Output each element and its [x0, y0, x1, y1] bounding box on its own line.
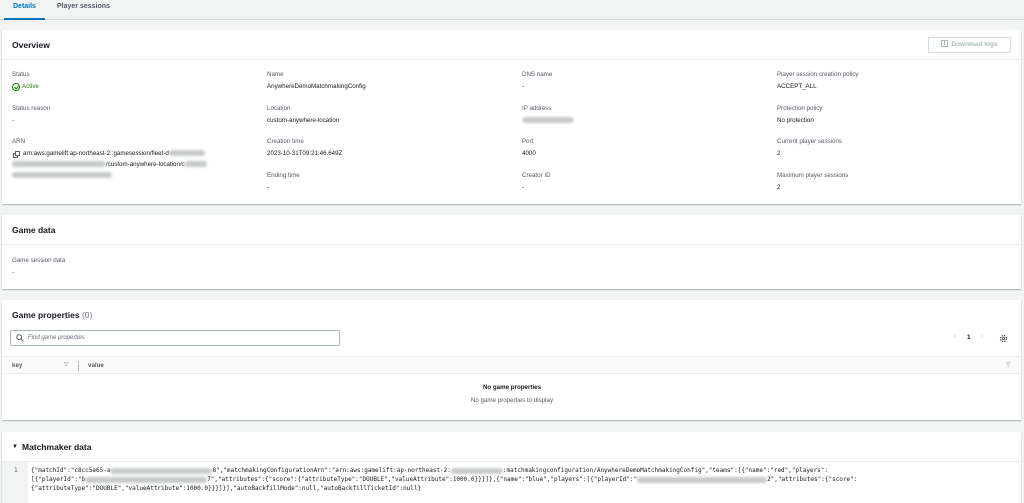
- matchmaker-panel: ▼ Matchmaker data 1 {"matchId":"c8cc5e65…: [2, 432, 1021, 503]
- matchmaker-title: Matchmaker data: [22, 442, 92, 452]
- code-text: {"matchId":"c8cc5e65-a: [31, 467, 111, 474]
- code-text: 8","matchmakingConfigurationArn":"arn:aw…: [212, 467, 451, 474]
- download-logs-label: Download logs: [951, 41, 998, 48]
- max-sessions-label: Maximum player sessions: [777, 172, 849, 179]
- protection-policy-label: Protection policy: [777, 105, 823, 112]
- redacted-block: [184, 161, 207, 168]
- search-input[interactable]: Find game properties: [10, 330, 340, 346]
- search-icon: [16, 334, 24, 342]
- column-divider: [78, 361, 79, 371]
- arn-text-2: /custom-anywhere-location/c: [106, 161, 185, 168]
- creator-id-value: -: [522, 184, 525, 191]
- name-label: Name: [267, 71, 284, 78]
- game-data-header: Game data: [2, 215, 1021, 245]
- code-text: [{"playerId":"b: [31, 476, 86, 483]
- overview-header: Overview Download logs: [2, 30, 1021, 60]
- status-reason-label: Status reason: [12, 105, 51, 112]
- prev-page-icon[interactable]: ‹: [954, 333, 956, 340]
- next-page-icon[interactable]: ›: [981, 333, 983, 340]
- ending-time-label: Ending time: [267, 172, 300, 179]
- game-properties-count: (0): [81, 310, 93, 320]
- empty-title: No game properties: [482, 384, 542, 391]
- game-session-data-label: Game session data: [12, 257, 66, 264]
- column-key[interactable]: key: [12, 362, 22, 369]
- creation-time-value: 2023-10-31T09:21:46.649Z: [267, 150, 343, 157]
- ip-address-label: IP address: [522, 105, 552, 112]
- status-label: Status: [12, 71, 30, 78]
- location-value: custom-anywhere-location: [267, 117, 340, 124]
- creator-id-label: Creator ID: [522, 172, 551, 179]
- status-value: Active: [22, 83, 39, 90]
- port-value: 4000: [522, 150, 536, 157]
- code-line-2: [{"playerId":"b 7","attributes":{"score":…: [31, 476, 857, 483]
- page-number[interactable]: 1: [967, 334, 971, 341]
- current-sessions-value: 2: [777, 150, 781, 157]
- redacted-block: [110, 467, 213, 474]
- redacted-block: [637, 476, 768, 483]
- redacted-block: [168, 150, 205, 157]
- redacted-block: [85, 476, 208, 483]
- arn-value-line3: [12, 172, 112, 179]
- column-value[interactable]: value: [88, 362, 104, 369]
- empty-subtitle: No game properties to display: [470, 397, 554, 404]
- overview-title: Overview: [12, 40, 50, 50]
- redacted-block: [12, 161, 106, 168]
- tab-player-sessions[interactable]: Player sessions: [48, 0, 119, 20]
- code-text: :matchmakingconfiguration/AnywhereDemoMa…: [502, 467, 829, 474]
- dns-name-value: -: [522, 83, 525, 90]
- name-value: AnywhereDemoMatchmakingConfig: [267, 83, 366, 90]
- download-icon: [941, 40, 949, 47]
- protection-policy-value: No protection: [777, 117, 814, 124]
- tab-details[interactable]: Details: [4, 0, 45, 20]
- game-properties-title: Game properties (0): [12, 310, 92, 320]
- dns-name-label: DNS name: [522, 71, 553, 78]
- redacted-block: [450, 467, 503, 474]
- line-number: 1: [14, 467, 18, 474]
- overview-panel: Overview Download logs Status Active Sta…: [2, 30, 1021, 204]
- sort-down-icon[interactable]: ▽: [64, 362, 68, 368]
- max-sessions-value: 2: [777, 184, 781, 191]
- copy-icon[interactable]: [13, 151, 20, 158]
- download-logs-button[interactable]: Download logs: [928, 37, 1011, 53]
- tab-bar: Details Player sessions: [0, 0, 1024, 20]
- table-header: key ▽ value ▽: [2, 356, 1021, 374]
- port-label: Port: [522, 138, 534, 145]
- session-policy-value: ACCEPT_ALL: [777, 83, 817, 90]
- location-label: Location: [267, 105, 291, 112]
- arn-label: ARN: [12, 138, 26, 145]
- arn-value-line1: arn:aws:gamelift:ap-northeast-2::gameses…: [23, 150, 205, 157]
- matchmaker-header[interactable]: ▼ Matchmaker data: [2, 432, 1021, 462]
- creation-time-label: Creation time: [267, 138, 304, 145]
- redacted-block: [522, 117, 574, 124]
- game-data-title: Game data: [12, 225, 56, 235]
- code-line-3: {"attributeType":"DOUBLE","valueAttribut…: [31, 485, 422, 492]
- code-text: 7","attributes":{"score":{"attributeType…: [207, 476, 638, 483]
- game-data-panel: Game data Game session data -: [2, 215, 1021, 289]
- status-reason-value: -: [12, 117, 15, 124]
- sort-down-icon[interactable]: ▽: [1006, 362, 1010, 368]
- check-circle-icon: [12, 83, 20, 91]
- code-text: 2","attributes":{"score":: [767, 476, 858, 483]
- gear-icon[interactable]: [999, 334, 1008, 343]
- search-placeholder: Find game properties: [28, 335, 85, 341]
- ip-address-value: [522, 117, 574, 124]
- arn-value-line2: /custom-anywhere-location/c: [12, 161, 207, 168]
- caret-down-icon[interactable]: ▼: [12, 444, 18, 450]
- game-properties-title-text: Game properties: [12, 310, 80, 320]
- redacted-block: [12, 172, 112, 179]
- current-sessions-label: Current player sessions: [777, 138, 842, 145]
- session-policy-label: Player session creation policy: [777, 71, 859, 78]
- game-session-data-value: -: [12, 269, 15, 276]
- ending-time-value: -: [267, 184, 270, 191]
- code-line-1: {"matchId":"c8cc5e65-a 8","matchmakingCon…: [31, 467, 828, 474]
- arn-text-1: arn:aws:gamelift:ap-northeast-2::gameses…: [23, 150, 169, 157]
